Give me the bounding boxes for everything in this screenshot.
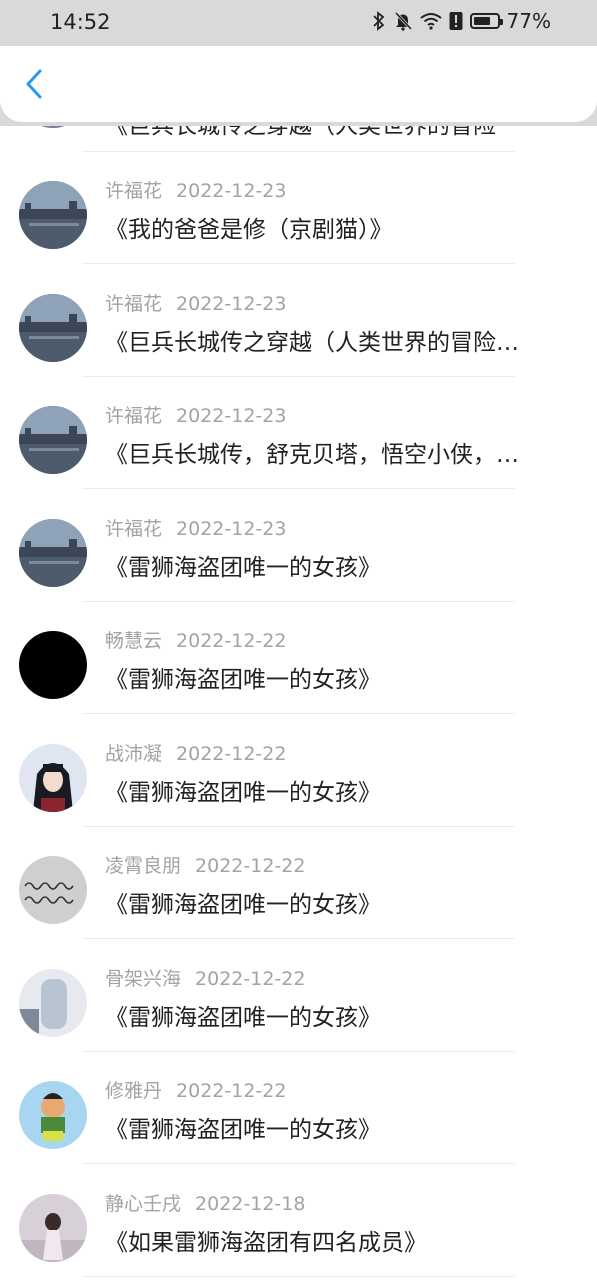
status-bar: 14:52 77% bbox=[0, 0, 597, 46]
list-item[interactable]: 畅慧云 2022-12-22 《雷狮海盗团唯一的女孩》 bbox=[0, 602, 597, 714]
avatar[interactable] bbox=[19, 744, 87, 812]
item-meta: 许福花 2022-12-23 bbox=[105, 514, 286, 541]
user-name: 许福花 bbox=[105, 518, 163, 540]
user-name: 凌霄良朋 bbox=[105, 855, 182, 877]
item-meta: 许福花 2022-12-23 bbox=[105, 401, 286, 428]
list-item[interactable]: 许福花 2022-12-23 《雷狮海盗团唯一的女孩》 bbox=[0, 490, 597, 602]
item-meta: 凌霄良朋 2022-12-22 bbox=[105, 851, 305, 878]
status-time: 14:52 bbox=[50, 10, 111, 34]
post-date: 2022-12-22 bbox=[176, 630, 287, 652]
user-name: 战沛凝 bbox=[105, 743, 163, 765]
battery-icon bbox=[469, 13, 503, 29]
divider bbox=[82, 938, 515, 939]
user-name: 许福花 bbox=[105, 293, 163, 315]
item-meta: 战沛凝 2022-12-22 bbox=[105, 739, 286, 766]
back-button[interactable] bbox=[14, 66, 54, 106]
item-meta: 静心壬戌 2022-12-18 bbox=[105, 1189, 305, 1216]
list-item[interactable]: 凌霄良朋 2022-12-22 《雷狮海盗团唯一的女孩》 bbox=[0, 827, 597, 939]
avatar[interactable] bbox=[19, 406, 87, 474]
list-item[interactable]: 许福花 2022-12-23 《巨兵长城传，舒克贝塔，悟空小侠，… bbox=[0, 377, 597, 489]
avatar[interactable] bbox=[19, 1194, 87, 1262]
list-item[interactable]: 修雅丹 2022-12-22 《雷狮海盗团唯一的女孩》 bbox=[0, 1052, 597, 1164]
post-date: 2022-12-23 bbox=[176, 518, 287, 540]
item-meta: 畅慧云 2022-12-22 bbox=[105, 626, 286, 653]
post-date: 2022-12-23 bbox=[176, 180, 287, 202]
list-item[interactable]: 许福花 2022-12-23 《巨兵长城传之穿越（人类世界的冒险… bbox=[0, 265, 597, 377]
item-meta: 许福花 2022-12-23 bbox=[105, 176, 286, 203]
chevron-left-icon bbox=[23, 68, 45, 104]
item-title: 《我的爸爸是修（京剧猫）》 bbox=[105, 217, 393, 243]
avatar[interactable] bbox=[19, 1081, 87, 1149]
item-title: 《巨兵长城传，舒克贝塔，悟空小侠，… bbox=[105, 442, 519, 468]
avatar[interactable] bbox=[19, 969, 87, 1037]
post-date: 2022-12-22 bbox=[176, 1080, 287, 1102]
item-title: 《雷狮海盗团唯一的女孩》 bbox=[105, 780, 381, 806]
item-meta: 骨架兴海 2022-12-22 bbox=[105, 964, 305, 991]
user-name: 畅慧云 bbox=[105, 630, 163, 652]
comment-list[interactable]: 《巨兵长城传之穿越（人类世界的冒险 许福花 2022-12-23 《我的爸爸是修（京… bbox=[0, 0, 597, 1280]
item-title: 《巨兵长城传之穿越（人类世界的冒险… bbox=[105, 330, 519, 356]
avatar[interactable] bbox=[19, 294, 87, 362]
avatar[interactable] bbox=[19, 181, 87, 249]
item-title: 《雷狮海盗团唯一的女孩》 bbox=[105, 892, 381, 918]
avatar[interactable] bbox=[19, 519, 87, 587]
post-date: 2022-12-22 bbox=[195, 855, 306, 877]
list-item[interactable]: 静心壬戌 2022-12-18 《如果雷狮海盗团有四名成员》 bbox=[0, 1165, 597, 1277]
post-date: 2022-12-22 bbox=[195, 968, 306, 990]
divider bbox=[82, 1276, 515, 1277]
post-date: 2022-12-18 bbox=[195, 1193, 306, 1215]
top-bar bbox=[0, 46, 597, 122]
post-date: 2022-12-23 bbox=[176, 405, 287, 427]
user-name: 静心壬戌 bbox=[105, 1193, 182, 1215]
divider bbox=[82, 1163, 515, 1164]
list-item[interactable]: 战沛凝 2022-12-22 《雷狮海盗团唯一的女孩》 bbox=[0, 715, 597, 827]
wifi-icon bbox=[419, 12, 442, 30]
item-title: 《雷狮海盗团唯一的女孩》 bbox=[105, 1117, 381, 1143]
divider bbox=[82, 263, 515, 264]
user-name: 修雅丹 bbox=[105, 1080, 163, 1102]
item-title: 《雷狮海盗团唯一的女孩》 bbox=[105, 1005, 381, 1031]
avatar[interactable] bbox=[19, 856, 87, 924]
item-title: 《如果雷狮海盗团有四名成员》 bbox=[105, 1230, 427, 1256]
divider bbox=[82, 713, 515, 714]
post-date: 2022-12-22 bbox=[176, 743, 287, 765]
user-name: 许福花 bbox=[105, 180, 163, 202]
item-title: 《雷狮海盗团唯一的女孩》 bbox=[105, 667, 381, 693]
user-name: 骨架兴海 bbox=[105, 968, 182, 990]
post-date: 2022-12-23 bbox=[176, 293, 287, 315]
item-title: 《雷狮海盗团唯一的女孩》 bbox=[105, 555, 381, 581]
bluetooth-icon bbox=[372, 11, 386, 31]
avatar[interactable] bbox=[19, 631, 87, 699]
item-meta: 许福花 2022-12-23 bbox=[105, 289, 286, 316]
list-item[interactable]: 骨架兴海 2022-12-22 《雷狮海盗团唯一的女孩》 bbox=[0, 940, 597, 1052]
mute-bell-icon bbox=[393, 11, 413, 31]
alert-icon bbox=[449, 11, 463, 31]
user-name: 许福花 bbox=[105, 405, 163, 427]
list-item[interactable]: 许福花 2022-12-23 《我的爸爸是修（京剧猫）》 bbox=[0, 152, 597, 264]
divider bbox=[82, 488, 515, 489]
item-meta: 修雅丹 2022-12-22 bbox=[105, 1076, 286, 1103]
battery-percent: 77% bbox=[506, 9, 551, 33]
status-icons: 77% bbox=[372, 9, 551, 33]
